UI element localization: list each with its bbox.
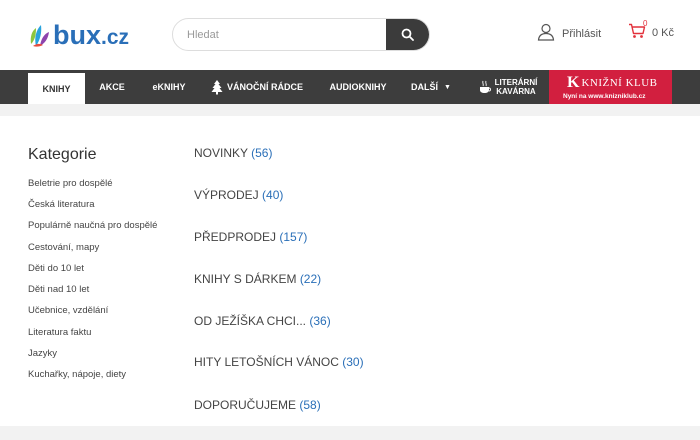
club-k-icon: K: [567, 74, 580, 91]
nav-item-eknihy[interactable]: eKNIHY: [141, 70, 197, 104]
cart-total: 0 Kč: [652, 27, 675, 39]
section-link-od-jeziska[interactable]: OD JEŽÍŠKA CHCI... (36): [194, 314, 331, 328]
search-button[interactable]: [386, 19, 429, 50]
search-box: [172, 18, 430, 51]
category-link[interactable]: Populárně naučná pro dospělé: [28, 220, 157, 231]
section-link-knihy-s-darkem[interactable]: KNIHY S DÁRKEM (22): [194, 272, 321, 286]
header: bux.cz Přihlásit 0 0 Kč: [0, 0, 700, 70]
club-tagline: Nyní na www.knizniklub.cz: [563, 93, 646, 100]
section-link-vyprodej[interactable]: VÝPRODEJ (40): [194, 188, 283, 202]
user-icon: [537, 23, 555, 41]
cart-count-badge: 0: [643, 19, 648, 28]
nav-item-label: AUDIOKNIHY: [329, 82, 387, 92]
nav-item-literarni-kavarna[interactable]: LITERÁRNÍ KAVÁRNA: [478, 70, 538, 104]
category-link[interactable]: Beletrie pro dospělé: [28, 178, 113, 189]
main-content: Kategorie Beletrie pro dospělé Česká lit…: [0, 116, 700, 426]
search-icon: [401, 28, 414, 41]
categories-title: Kategorie: [28, 146, 97, 163]
caret-down-icon: ▼: [444, 83, 451, 91]
nav-item-label: LITERÁRNÍ KAVÁRNA: [494, 78, 538, 96]
club-logo: K KNIŽNÍ KLUB: [567, 75, 658, 91]
cart-link[interactable]: 0 0 Kč: [628, 19, 675, 39]
nav-item-audioknihy[interactable]: AUDIOKNIHY: [323, 70, 393, 104]
nav-item-akce[interactable]: AKCE: [89, 70, 135, 104]
logo-leaf-icon: [30, 25, 49, 47]
logo-text: bux.cz: [53, 19, 130, 50]
nav-item-dalsi[interactable]: DALŠÍ ▼: [405, 70, 457, 104]
login-label: Přihlásit: [562, 28, 602, 40]
nav-item-label: KNIHY: [42, 83, 71, 94]
section-link-novinky[interactable]: NOVINKY (56): [194, 146, 272, 160]
club-name: KNIŽNÍ KLUB: [581, 77, 658, 89]
section-link-hity-vanoc[interactable]: HITY LETOŠNÍCH VÁNOC (30): [194, 355, 364, 369]
category-link[interactable]: Děti nad 10 let: [28, 284, 89, 295]
category-link[interactable]: Cestování, mapy: [28, 242, 99, 253]
logo-link[interactable]: bux.cz: [28, 20, 129, 50]
section-link-doporucujeme[interactable]: DOPORUČUJEME (58): [194, 398, 321, 412]
christmas-tree-icon: [211, 80, 223, 95]
nav-item-label: DALŠÍ: [411, 82, 439, 92]
login-link[interactable]: Přihlásit: [537, 23, 601, 41]
nav-item-label: AKCE: [99, 82, 125, 92]
section-link-predprodej[interactable]: PŘEDPRODEJ (157): [194, 230, 307, 244]
category-link[interactable]: Děti do 10 let: [28, 263, 84, 274]
category-link[interactable]: Literatura faktu: [28, 327, 91, 338]
category-link[interactable]: Kuchařky, nápoje, diety: [28, 369, 126, 380]
nav-item-label: VÁNOČNÍ RÁDCE: [226, 82, 303, 92]
knizni-klub-banner[interactable]: K KNIŽNÍ KLUB Nyní na www.knizniklub.cz: [549, 70, 672, 104]
coffee-cup-icon: [479, 80, 491, 93]
search-input[interactable]: [173, 19, 388, 50]
nav-item-label: eKNIHY: [152, 82, 186, 92]
nav-item-knihy[interactable]: KNIHY: [28, 73, 85, 104]
category-link[interactable]: Česká literatura: [28, 199, 95, 210]
category-link[interactable]: Jazyky: [28, 348, 57, 359]
nav-item-vanocni-radce[interactable]: VÁNOČNÍ RÁDCE: [206, 70, 308, 104]
category-link[interactable]: Učebnice, vzdělání: [28, 305, 108, 316]
